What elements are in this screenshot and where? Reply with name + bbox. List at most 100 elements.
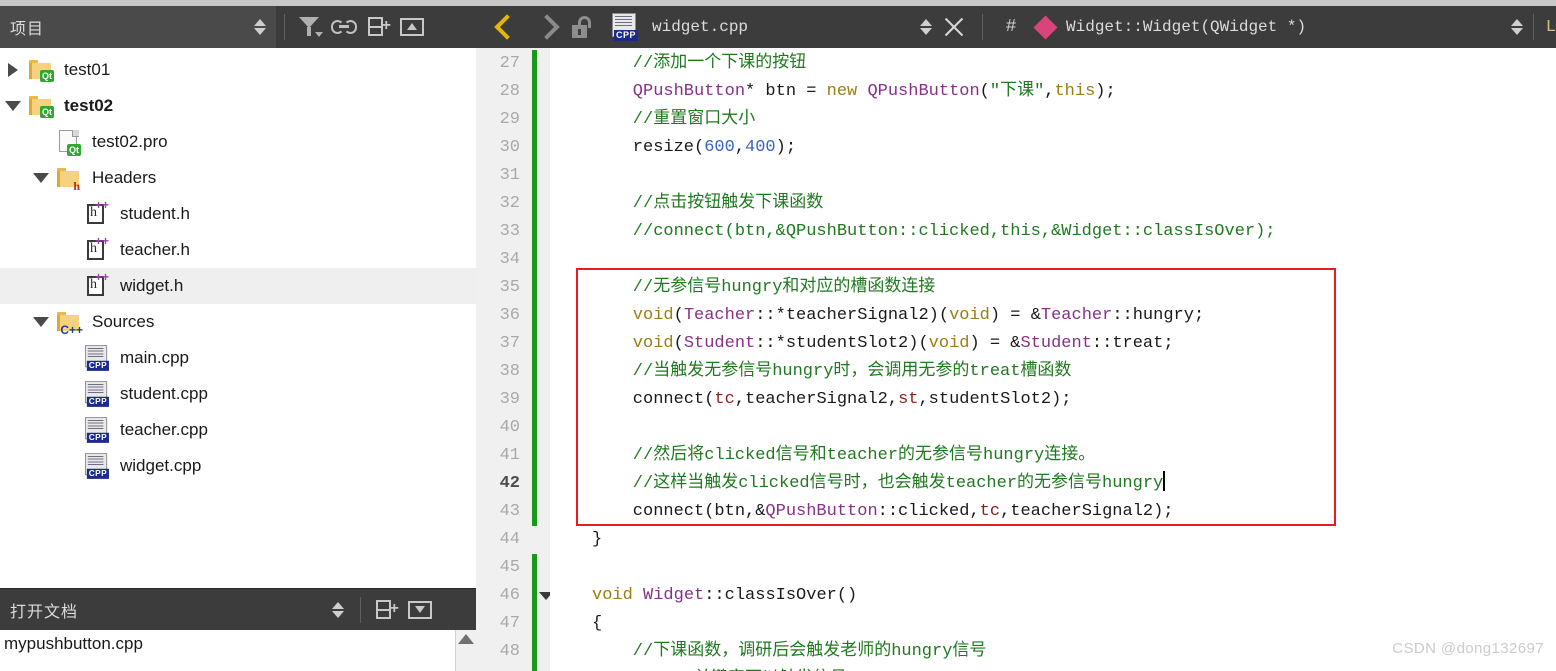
code-line[interactable]: //当触发无参信号hungry时，会调用无参的treat槽函数	[633, 358, 1072, 386]
h-file-icon: h ++	[86, 199, 109, 226]
cpp-folder-icon: C++	[57, 312, 83, 336]
scroll-up-arrow-icon[interactable]	[458, 634, 474, 644]
code-line[interactable]: void(Student::*studentSlot2)(void) = &St…	[633, 330, 1174, 358]
code-line[interactable]: connect(btn,&QPushButton::clicked,tc,tea…	[633, 498, 1174, 526]
code-line[interactable]: //重置窗口大小	[633, 106, 755, 134]
cpp-file-icon: CPP	[85, 453, 109, 479]
cpp-file-icon: CPP	[612, 13, 639, 41]
split-add-icon[interactable]: +	[361, 10, 395, 44]
line-indicator-label: L	[1545, 17, 1556, 37]
change-bar	[532, 50, 537, 526]
code-line[interactable]: //添加一个下课的按钮	[633, 50, 806, 78]
tree-arrow-slot	[0, 101, 26, 111]
collapse-arrow-icon[interactable]	[33, 317, 49, 327]
open-documents-list[interactable]: mypushbutton.cpp	[0, 630, 476, 671]
code-line[interactable]: resize(600,400);	[633, 134, 796, 162]
open-documents-scrollbar[interactable]	[455, 630, 476, 671]
line-number: 30	[499, 138, 520, 157]
tree-item-headers[interactable]: h Headers	[0, 160, 476, 196]
project-view-selector-label: 项目	[10, 21, 45, 38]
link-icon[interactable]	[327, 10, 361, 44]
project-view-selector-spinner[interactable]	[252, 19, 268, 35]
collapse-arrow-icon[interactable]	[33, 173, 49, 183]
close-document-button[interactable]	[934, 7, 974, 47]
line-number: 39	[499, 390, 520, 409]
qt-creator-window: 项目 + Qt test01 Qt test02 Qt test02.pro h Header…	[0, 0, 1556, 671]
tree-item-teacher-h[interactable]: h ++ teacher.h	[0, 232, 476, 268]
code-line[interactable]: //下课函数，调研后会触发老师的hungry信号	[633, 638, 987, 666]
project-tree[interactable]: Qt test01 Qt test02 Qt test02.pro h Headers h ++ s…	[0, 48, 476, 588]
code-line[interactable]: //emit关键字可以触发信号	[633, 666, 847, 671]
code-text[interactable]: //添加一个下课的按钮 QPushButton* btn = new QPushB…	[550, 48, 1556, 671]
open-documents-selector[interactable]: 打开文档	[0, 588, 352, 631]
hash-icon[interactable]: #	[991, 17, 1031, 37]
line-number: 27	[499, 54, 520, 73]
editor-toolbar: CPP widget.cpp # Widget::Widget(QWidget …	[476, 6, 1556, 48]
cpp-file-icon: CPP	[85, 345, 109, 371]
symbol-selector-spinner[interactable]	[1509, 19, 1525, 35]
tree-item-main-cpp[interactable]: CPP main.cpp	[0, 340, 476, 376]
tree-item-student-h[interactable]: h ++ student.h	[0, 196, 476, 232]
lock-icon[interactable]	[562, 7, 602, 47]
cpp-file-icon: CPP	[85, 417, 109, 443]
open-documents-header: 打开文档 +	[0, 588, 476, 631]
text-caret	[1163, 471, 1166, 491]
tree-item-sources[interactable]: C++ Sources	[0, 304, 476, 340]
list-item[interactable]: mypushbutton.cpp	[0, 630, 143, 654]
toolbar-separator	[284, 14, 285, 40]
collapse-arrow-icon[interactable]	[5, 101, 21, 111]
tree-item-label: student.cpp	[120, 384, 208, 403]
open-docs-split-add-icon[interactable]: +	[369, 593, 403, 627]
line-number: 29	[499, 110, 520, 129]
symbol-selector-label[interactable]: Widget::Widget(QWidget *)	[1066, 18, 1306, 36]
close-panel-icon[interactable]	[395, 10, 429, 44]
code-line[interactable]: QPushButton* btn = new QPushButton("下课",…	[633, 78, 1116, 106]
line-number: 28	[499, 82, 520, 101]
tree-item-teacher-cpp[interactable]: CPP teacher.cpp	[0, 412, 476, 448]
watermark: CSDN @dong132697	[1392, 640, 1544, 657]
code-line[interactable]: //点击按钮触发下课函数	[633, 190, 823, 218]
line-number: 48	[499, 642, 520, 661]
tree-item-widget-cpp[interactable]: CPP widget.cpp	[0, 448, 476, 484]
tree-item-label: test02	[64, 96, 114, 115]
code-line[interactable]: //无参信号hungry和对应的槽函数连接	[633, 274, 936, 302]
project-view-selector[interactable]: 项目	[0, 6, 276, 48]
filter-icon[interactable]	[293, 10, 327, 44]
project-panel-header: 项目 +	[0, 6, 476, 48]
line-number: 36	[499, 306, 520, 325]
tree-arrow-slot	[28, 317, 54, 327]
tree-item-test02-pro[interactable]: Qt test02.pro	[0, 124, 476, 160]
open-docs-close-panel-icon[interactable]	[403, 593, 437, 627]
code-view[interactable]: 27 28 29 30 31 32 33 34 35 36 37 38 39 40 41 42 43 44 45 46…	[476, 48, 1556, 671]
line-number: 37	[499, 334, 520, 353]
tree-item-label: teacher.cpp	[120, 420, 208, 439]
tree-item-widget-h[interactable]: h ++ widget.h	[0, 268, 476, 304]
line-number: 45	[499, 558, 520, 577]
open-documents-spinner[interactable]	[330, 601, 346, 618]
line-number: 49	[480, 666, 520, 671]
tree-item-test01[interactable]: Qt test01	[0, 52, 476, 88]
code-line[interactable]: }	[592, 526, 602, 554]
code-line[interactable]: connect(tc,teacherSignal2,st,studentSlot…	[633, 386, 1072, 414]
tree-item-student-cpp[interactable]: CPP student.cpp	[0, 376, 476, 412]
line-number: 32	[499, 194, 520, 213]
line-number: 35	[499, 278, 520, 297]
open-documents-selector-label: 打开文档	[10, 603, 79, 621]
tree-item-label: test02.pro	[92, 132, 168, 151]
code-line[interactable]: //connect(btn,&QPushButton::clicked,this…	[633, 218, 1276, 246]
go-back-button[interactable]	[482, 7, 522, 47]
code-line[interactable]: //然后将clicked信号和teacher的无参信号hungry连接。	[633, 442, 1095, 470]
file-selector-spinner[interactable]	[918, 19, 934, 35]
code-line[interactable]: {	[592, 610, 602, 638]
code-line[interactable]: void Widget::classIsOver()	[592, 582, 857, 610]
go-forward-button[interactable]	[522, 7, 562, 47]
qt-profile-icon: Qt	[58, 130, 81, 156]
tree-item-test02[interactable]: Qt test02	[0, 88, 476, 124]
expand-arrow-icon[interactable]	[8, 63, 18, 77]
line-number: 46	[499, 586, 520, 605]
code-line[interactable]: //这样当触发clicked信号时，也会触发teacher的无参信号hungry	[633, 470, 1166, 498]
tree-item-label: student.h	[120, 204, 190, 223]
line-number: 43	[499, 502, 520, 521]
code-line[interactable]: void(Teacher::*teacherSignal2)(void) = &…	[633, 302, 1204, 330]
cpp-file-icon: CPP	[85, 381, 109, 407]
